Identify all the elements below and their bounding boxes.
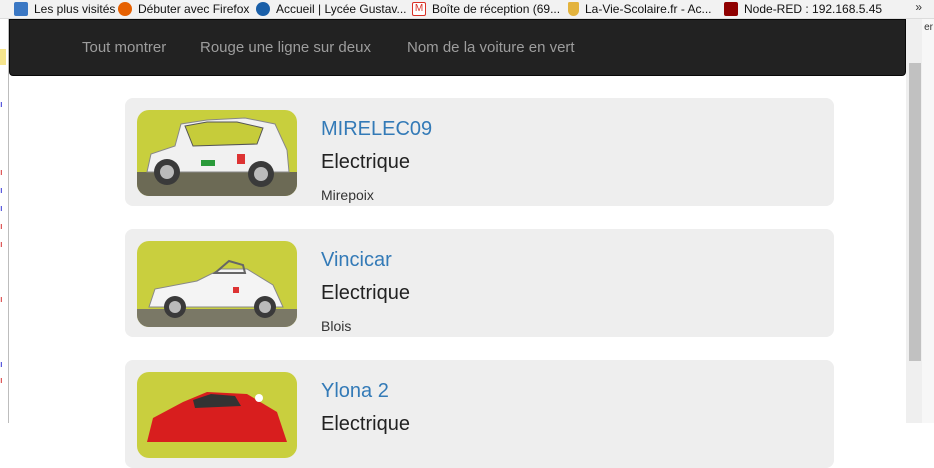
background-fragment: ı (0, 294, 3, 304)
nav-link-rouge-ligne[interactable]: Rouge une ligne sur deux (200, 39, 371, 56)
car-photo-image (137, 241, 297, 327)
car-photo-image (137, 372, 297, 458)
bookmark-label: La-Vie-Scolaire.fr - Ac... (585, 2, 712, 16)
firefox-icon (118, 2, 132, 16)
bookmarks-overflow-chevron-icon[interactable]: » (915, 0, 922, 14)
bookmark-gmail[interactable]: M Boîte de réception (69... (412, 1, 560, 17)
car-city: Blois (321, 318, 352, 334)
background-fragment: ı (0, 359, 3, 369)
bookmark-folder-icon (14, 2, 28, 16)
background-fragment: er (924, 22, 933, 33)
background-fragment: ı (0, 221, 3, 231)
car-photo-image (137, 110, 297, 196)
car-photo (137, 110, 297, 196)
car-name-link[interactable]: Ylona 2 (321, 380, 389, 403)
car-card: MIRELEC09 Electrique Mirepoix (125, 98, 834, 206)
bookmark-lycee[interactable]: Accueil | Lycée Gustav... (256, 1, 407, 17)
background-window-edge-right: er (922, 19, 934, 423)
vertical-scrollbar[interactable] (906, 19, 922, 423)
car-city: Mirepoix (321, 187, 374, 203)
scrollbar-thumb[interactable] (909, 63, 921, 361)
background-highlight (0, 49, 6, 65)
background-fragment: ı (0, 375, 3, 385)
car-card: Vincicar Electrique Blois (125, 229, 834, 337)
node-red-icon (724, 2, 738, 16)
bookmark-les-plus-visites[interactable]: Les plus visités (14, 1, 115, 17)
background-fragment: ı (0, 203, 3, 213)
car-type: Electrique (321, 282, 410, 304)
car-type: Electrique (321, 413, 410, 435)
car-name-link[interactable]: Vincicar (321, 249, 392, 272)
navbar: Tout montrer Rouge une ligne sur deux No… (9, 19, 906, 76)
background-fragment: ı (0, 239, 3, 249)
nav-link-tout-montrer[interactable]: Tout montrer (82, 39, 166, 56)
shield-icon (568, 2, 579, 16)
bookmark-vie-scolaire[interactable]: La-Vie-Scolaire.fr - Ac... (568, 1, 712, 17)
lycee-icon (256, 2, 270, 16)
bookmark-node-red[interactable]: Node-RED : 192.168.5.45 (724, 1, 882, 17)
bookmark-debuter-firefox[interactable]: Débuter avec Firefox (118, 1, 249, 17)
page-window: Tout montrer Rouge une ligne sur deux No… (8, 19, 907, 468)
car-card: Ylona 2 Electrique (125, 360, 834, 468)
bookmark-label: Les plus visités (34, 2, 116, 16)
car-type: Electrique (321, 151, 410, 173)
nav-link-nom-vert[interactable]: Nom de la voiture en vert (407, 39, 575, 56)
bookmark-label: Node-RED : 192.168.5.45 (744, 2, 883, 16)
bookmark-label: Débuter avec Firefox (138, 2, 250, 16)
background-fragment: ı (0, 99, 3, 109)
gmail-icon: M (412, 2, 426, 16)
background-fragment: ı (0, 185, 3, 195)
car-photo (137, 241, 297, 327)
car-photo (137, 372, 297, 458)
car-name-link[interactable]: MIRELEC09 (321, 118, 432, 141)
bookmarks-toolbar: Les plus visités Débuter avec Firefox Ac… (0, 0, 934, 19)
bookmark-label: Boîte de réception (69... (432, 2, 561, 16)
bookmark-label: Accueil | Lycée Gustav... (276, 2, 407, 16)
background-fragment: ı (0, 167, 3, 177)
